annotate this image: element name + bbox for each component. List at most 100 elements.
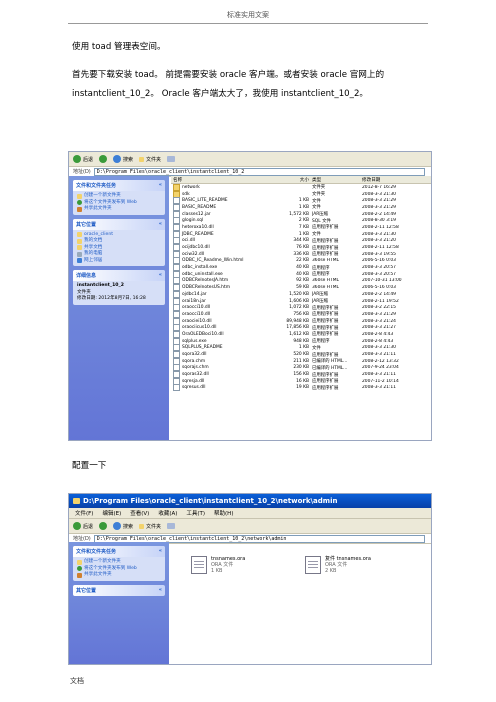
file-size: 1,612 KB — [289, 331, 309, 337]
file-date: 2008-2-12 13:32 — [362, 358, 399, 364]
collapse-icon[interactable]: « — [159, 221, 162, 228]
column-size[interactable]: 大小 — [285, 177, 312, 183]
back-button[interactable]: 后退 — [73, 155, 93, 163]
search-button[interactable]: 搜索 — [113, 522, 133, 530]
file-name: BASIC_LITE_README — [182, 198, 228, 204]
file-type: 应用程序扩展 — [312, 332, 339, 338]
task-share-folder[interactable]: 共享此文件夹 — [77, 572, 161, 579]
file-date: 2008-3-3 21:27 — [362, 325, 396, 331]
file-date: 2008-2-8 4:43 — [362, 331, 394, 337]
file-type: 应用程序扩展 — [312, 325, 339, 331]
folder-icon — [73, 498, 80, 504]
paragraph-2: 首先要下载安装 toad。 前提需要安装 oracle 客户端。或者安装 ora… — [72, 70, 385, 99]
file-size: 230 KB — [293, 365, 309, 371]
file-date: 2008-3-3 21:11 — [362, 372, 396, 378]
window-title: D:\Program Files\oracle_client\instantcl… — [83, 497, 338, 505]
file-name: network — [182, 184, 200, 190]
computer-icon — [77, 251, 82, 257]
column-date[interactable]: 修改日期 — [362, 177, 431, 183]
file-type: 已编译的 HTML... — [312, 359, 348, 365]
menu-item[interactable]: 帮助(H) — [214, 509, 233, 517]
file-size: 156 KB — [293, 372, 309, 378]
file-size: 756 KB — [293, 311, 309, 317]
folders-button[interactable]: 文件夹 — [139, 156, 161, 163]
file-size: 17,856 KB — [286, 325, 309, 331]
menu-item[interactable]: 收藏(A) — [158, 509, 177, 517]
details-box-header[interactable]: 详细信息 « — [73, 270, 165, 281]
file-size: 1,572 KB — [289, 211, 309, 217]
file-name: SQLPLUS_README — [182, 345, 223, 351]
column-type[interactable]: 类型 — [312, 177, 362, 183]
toolbar: 后退 搜索 文件夹 — [69, 519, 431, 534]
column-name[interactable]: 名称 — [171, 177, 285, 183]
file-type: 应用程序扩展 — [312, 385, 339, 391]
file-date: 2008-2-2 14:49 — [362, 291, 396, 297]
details-modified: 修改日期: 2012年8月7日, 16:28 — [77, 296, 146, 301]
collapse-icon[interactable]: « — [159, 548, 162, 555]
views-icon[interactable] — [167, 156, 176, 162]
file-size: 19 KB — [296, 385, 309, 391]
file-item-tnsnames-copy[interactable]: 复件 tnsnames.ora ORA 文件 2 KB — [305, 556, 371, 574]
address-input[interactable]: D:\Program Files\oracle_client\instantcl… — [93, 167, 425, 176]
file-size: 1 KB — [298, 231, 309, 237]
file-date: 2008-3-3 21:30 — [362, 231, 396, 237]
file-size: 948 KB — [293, 338, 309, 344]
file-size: 2 KB — [325, 568, 337, 574]
task-share-folder[interactable]: 共享此文件夹 — [77, 206, 161, 213]
file-name: JDBC_README — [182, 231, 214, 237]
collapse-icon[interactable]: « — [159, 272, 162, 279]
search-icon — [113, 522, 122, 530]
menu-item[interactable]: 文件(F) — [75, 509, 93, 517]
file-row[interactable]: sqresus.dll 19 KB 应用程序扩展 2008-3-3 21:11 — [171, 384, 431, 392]
forward-arrow-icon[interactable] — [99, 155, 108, 163]
file-type: 应用程序 — [312, 265, 330, 271]
explorer-window-instantclient: 后退 搜索 文件夹 地址(D) D:\Program Files\oracle_… — [68, 151, 432, 441]
file-name: classes12.jar — [182, 211, 211, 217]
file-date: 2008-3-3 21:29 — [362, 204, 396, 210]
details-box: 详细信息 « instantclient_10_2 文件夹 修改日期: 2012年… — [73, 270, 165, 305]
file-name: odbc_install.exe — [182, 265, 218, 271]
back-button[interactable]: 后退 — [73, 522, 93, 530]
collapse-icon[interactable]: « — [159, 587, 162, 594]
file-name: sqlplus.exe — [182, 338, 207, 344]
file-date: 2008-2-2 14:49 — [362, 211, 396, 217]
file-name: oraocci10.dll — [182, 305, 211, 311]
file-type: 应用程序扩展 — [312, 372, 339, 378]
forward-arrow-icon[interactable] — [99, 522, 108, 530]
file-date: 2008-2-11 12:58 — [362, 224, 399, 230]
folders-button[interactable]: 文件夹 — [139, 523, 161, 530]
file-name: ODBCRelnotesJA.htm — [182, 278, 229, 284]
file-size: 520 KB — [293, 352, 309, 358]
share-icon — [77, 572, 82, 578]
menu-item[interactable]: 工具(T) — [186, 509, 205, 517]
place-network[interactable]: 网上邻居 — [77, 258, 161, 265]
tasks-box-header[interactable]: 文件和文件夹任务 « — [73, 180, 165, 191]
file-name: sqora32.dll — [182, 352, 207, 358]
file-item-tnsnames[interactable]: tnsnames.ora ORA 文件 1 KB — [191, 556, 245, 574]
file-rows: network 文件夹 2012-8-7 16:29 sdk 文件夹 2008-3-3 2… — [171, 183, 431, 392]
search-button[interactable]: 搜索 — [113, 155, 133, 163]
task-pane: 文件和文件夹任务 « 创建一个新文件夹 将这个文件夹发布到 Web 共享此文件夹 … — [69, 176, 169, 440]
file-name: sqresus.dll — [182, 385, 206, 391]
folder-icon — [139, 156, 145, 162]
file-name: glogin.sql — [182, 218, 204, 224]
places-box: 其它位置 « oracle_client 我的文档 共享文档 我的电脑 网上邻居 — [73, 218, 165, 266]
shared-documents-icon — [77, 245, 82, 251]
tasks-box-header[interactable]: 文件和文件夹任务 « — [73, 546, 165, 557]
file-name: sdk — [182, 191, 190, 197]
views-icon[interactable] — [167, 523, 176, 529]
back-arrow-icon — [73, 522, 81, 530]
places-box-header[interactable]: 其它位置 « — [73, 584, 165, 596]
page-footer: 文档 — [70, 677, 84, 685]
file-name: ociw32.dll — [182, 251, 205, 257]
documents-icon — [77, 238, 82, 244]
file-type: 应用程序 — [312, 272, 330, 278]
file-type: 应用程序扩展 — [312, 352, 339, 358]
places-box-header[interactable]: 其它位置 « — [73, 218, 165, 230]
menu-item[interactable]: 查看(V) — [130, 509, 149, 517]
file-type: 文件 — [312, 345, 321, 351]
menu-item[interactable]: 编辑(E) — [102, 509, 121, 517]
file-date: 2008-8-30 3:19 — [362, 218, 396, 224]
collapse-icon[interactable]: « — [159, 182, 162, 189]
file-name: orai18n.jar — [182, 298, 206, 304]
